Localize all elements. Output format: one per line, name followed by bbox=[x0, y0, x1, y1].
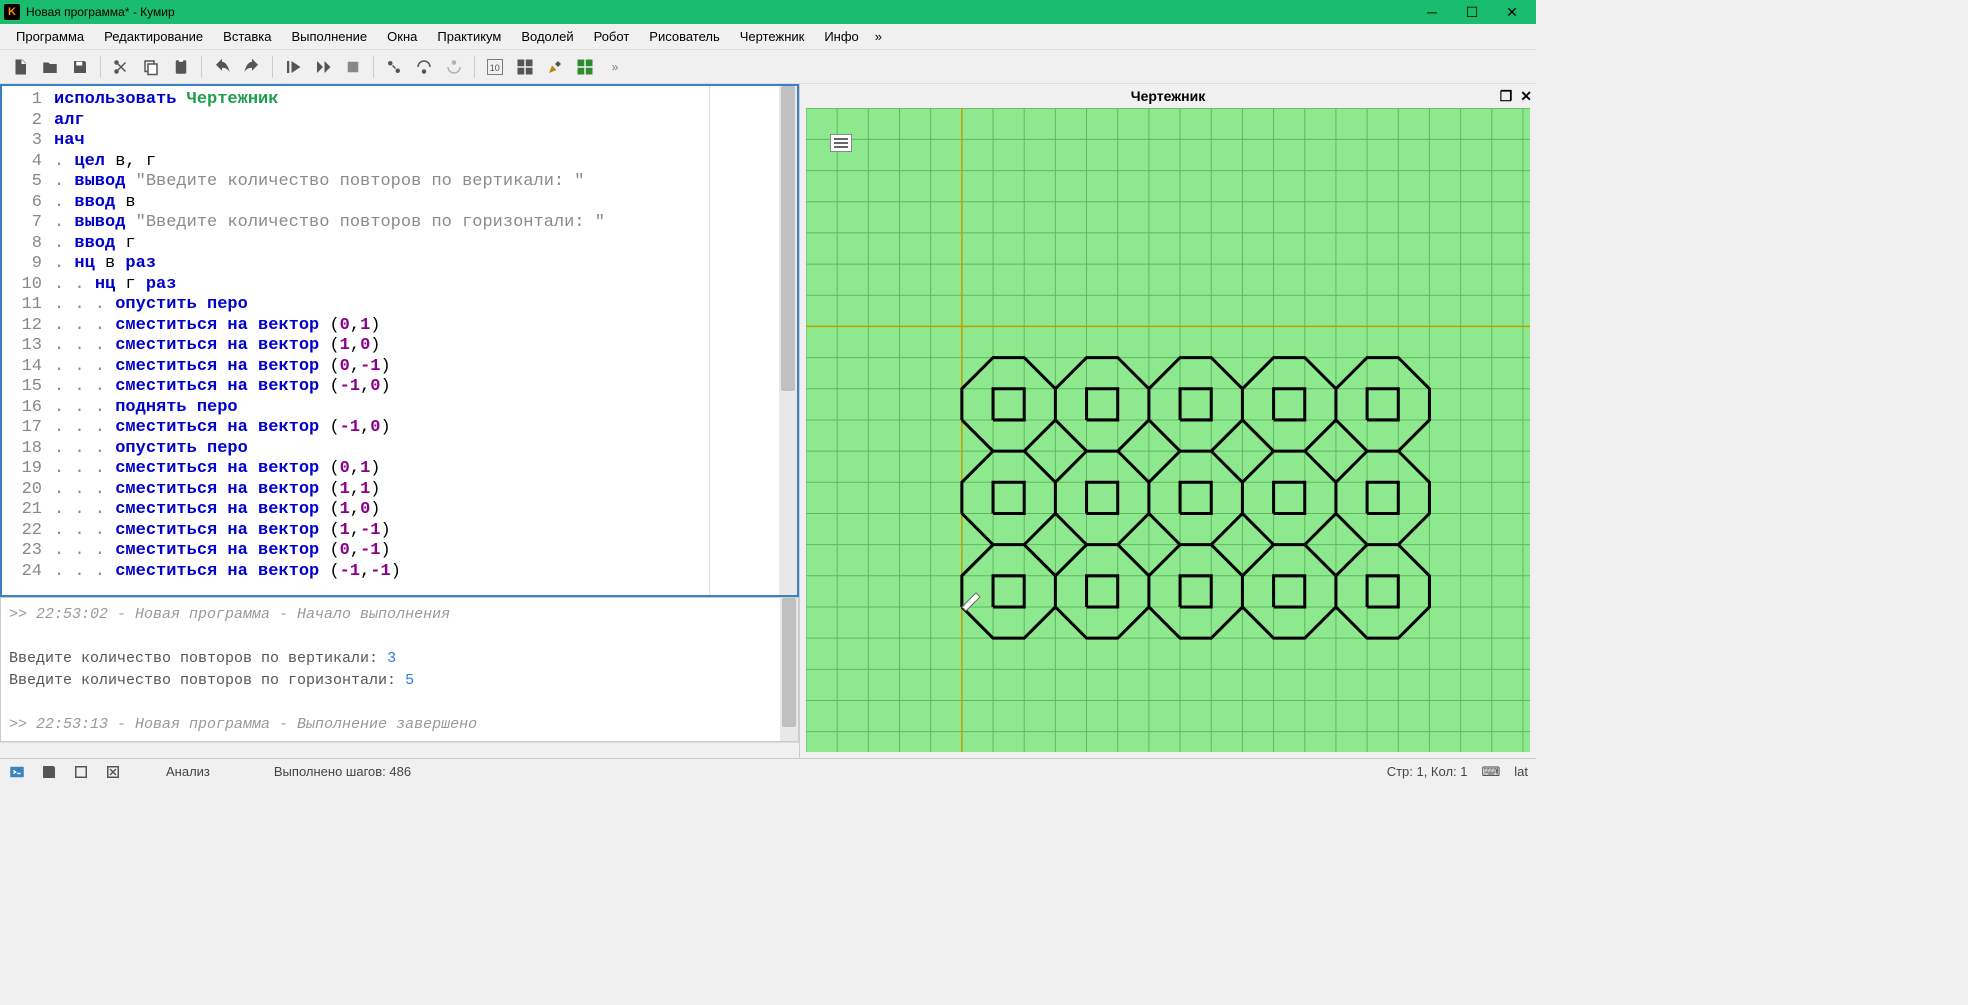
status-analysis: Анализ bbox=[166, 764, 210, 779]
brush-button[interactable] bbox=[541, 53, 569, 81]
menu-редактирование[interactable]: Редактирование bbox=[96, 27, 211, 46]
console-panel: >> 22:53:02 - Новая программа - Начало в… bbox=[0, 597, 799, 742]
run-step-button[interactable] bbox=[309, 53, 337, 81]
maximize-button[interactable]: ☐ bbox=[1452, 0, 1492, 24]
menu-overflow[interactable]: » bbox=[871, 27, 886, 46]
drawing-panel-title: Чертежник ❐ ✕ bbox=[800, 84, 1536, 108]
main-area: 123456789101112131415161718192021222324 … bbox=[0, 84, 1536, 758]
menu-практикум[interactable]: Практикум bbox=[429, 27, 509, 46]
code-editor[interactable]: 123456789101112131415161718192021222324 … bbox=[0, 84, 799, 597]
status-lang[interactable]: lat bbox=[1514, 764, 1528, 779]
editor-vscroll[interactable] bbox=[779, 86, 797, 595]
menu-вставка[interactable]: Вставка bbox=[215, 27, 279, 46]
panel-title-text: Чертежник bbox=[1131, 88, 1205, 104]
left-pane: 123456789101112131415161718192021222324 … bbox=[0, 84, 800, 758]
right-pane: Чертежник ❐ ✕ bbox=[800, 84, 1536, 758]
open-file-button[interactable] bbox=[36, 53, 64, 81]
status-copy-icon[interactable] bbox=[72, 763, 90, 781]
console-hscroll[interactable] bbox=[0, 742, 799, 758]
svg-text:10: 10 bbox=[490, 62, 500, 72]
grid-10-button[interactable]: 10 bbox=[481, 53, 509, 81]
editor-margin bbox=[709, 86, 779, 595]
menu-водолей[interactable]: Водолей bbox=[513, 27, 581, 46]
redo-button[interactable] bbox=[238, 53, 266, 81]
line-gutter: 123456789101112131415161718192021222324 bbox=[2, 86, 50, 595]
statusbar: Анализ Выполнено шагов: 486 Стр: 1, Кол:… bbox=[0, 758, 1536, 784]
stop-button[interactable] bbox=[339, 53, 367, 81]
cut-button[interactable] bbox=[107, 53, 135, 81]
console-vscroll[interactable] bbox=[780, 598, 798, 741]
new-file-button[interactable] bbox=[6, 53, 34, 81]
toolbar-overflow[interactable]: » bbox=[601, 53, 629, 81]
step-over-button[interactable] bbox=[410, 53, 438, 81]
status-console-icon[interactable] bbox=[8, 763, 26, 781]
window-title: Новая программа* - Кумир bbox=[26, 5, 1412, 19]
menu-робот[interactable]: Робот bbox=[586, 27, 638, 46]
status-steps: Выполнено шагов: 486 bbox=[274, 764, 411, 779]
status-keyboard-icon[interactable]: ⌨ bbox=[1482, 764, 1501, 780]
app-icon: K bbox=[4, 4, 20, 20]
run-button[interactable] bbox=[279, 53, 307, 81]
menubar: ПрограммаРедактированиеВставкаВыполнение… bbox=[0, 24, 1536, 50]
panel-close-icon[interactable]: ✕ bbox=[1520, 88, 1532, 105]
undo-button[interactable] bbox=[208, 53, 236, 81]
drawing-canvas[interactable] bbox=[806, 108, 1530, 752]
copy-button[interactable] bbox=[137, 53, 165, 81]
menu-окна[interactable]: Окна bbox=[379, 27, 425, 46]
menu-рисователь[interactable]: Рисователь bbox=[641, 27, 727, 46]
menu-чертежник[interactable]: Чертежник bbox=[732, 27, 813, 46]
canvas-menu-icon[interactable] bbox=[830, 134, 852, 152]
grid-green-button[interactable] bbox=[571, 53, 599, 81]
panel-maximize-icon[interactable]: ❐ bbox=[1500, 88, 1513, 105]
toolbar: 10 » bbox=[0, 50, 1536, 84]
step-into-button[interactable] bbox=[380, 53, 408, 81]
paste-button[interactable] bbox=[167, 53, 195, 81]
status-cursor-pos: Стр: 1, Кол: 1 bbox=[1387, 764, 1468, 779]
status-save-icon[interactable] bbox=[40, 763, 58, 781]
step-out-button[interactable] bbox=[440, 53, 468, 81]
console-output[interactable]: >> 22:53:02 - Новая программа - Начало в… bbox=[1, 598, 780, 741]
grid-4-button[interactable] bbox=[511, 53, 539, 81]
menu-выполнение[interactable]: Выполнение bbox=[283, 27, 375, 46]
close-button[interactable]: ✕ bbox=[1492, 0, 1532, 24]
menu-программа[interactable]: Программа bbox=[8, 27, 92, 46]
code-area[interactable]: использовать Чертежникалгнач. цел в, г. … bbox=[50, 86, 709, 595]
status-clear-icon[interactable] bbox=[104, 763, 122, 781]
minimize-button[interactable]: ─ bbox=[1412, 0, 1452, 24]
titlebar: K Новая программа* - Кумир ─ ☐ ✕ bbox=[0, 0, 1536, 24]
drawing-svg bbox=[806, 108, 1530, 752]
save-file-button[interactable] bbox=[66, 53, 94, 81]
menu-инфо[interactable]: Инфо bbox=[816, 27, 866, 46]
